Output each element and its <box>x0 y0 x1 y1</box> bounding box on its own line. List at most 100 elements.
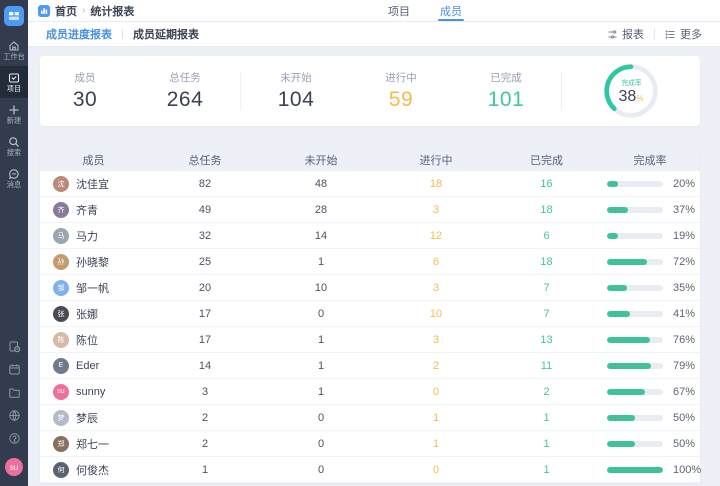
not-started-cell: 10 <box>263 282 379 294</box>
tab-member-delay-report[interactable]: 成员延期报表 <box>133 26 199 42</box>
member-avatar: 孙 <box>53 254 69 270</box>
col-completed: 已完成 <box>493 152 600 168</box>
user-avatar[interactable]: su <box>5 458 23 476</box>
not-started-cell: 1 <box>263 360 379 372</box>
member-cell: 何 何俊杰 <box>40 462 147 478</box>
in-progress-cell: 6 <box>379 256 493 268</box>
completion-rate-label: 完成率 <box>621 78 641 88</box>
in-progress-cell: 3 <box>379 334 493 346</box>
globe-icon[interactable] <box>7 408 21 422</box>
help-icon[interactable] <box>7 431 21 445</box>
report-button[interactable]: 报表 <box>607 26 644 42</box>
stat-completed: 已完成 101 <box>451 70 561 111</box>
rate-cell: 50% <box>600 438 700 450</box>
not-started-cell: 0 <box>263 438 379 450</box>
total-tasks-cell: 17 <box>147 334 263 346</box>
member-avatar: 沈 <box>53 176 69 192</box>
rate-percent: 50% <box>673 438 695 450</box>
table-row[interactable]: 梦 梦辰 2 0 1 1 50% <box>40 405 700 431</box>
view-tabs: 项目 成员 <box>386 0 464 21</box>
table-row[interactable]: 陈 陈位 17 1 3 13 76% <box>40 327 700 353</box>
table-row[interactable]: 马 马力 32 14 12 6 19% <box>40 223 700 249</box>
sidebar-item-label: 项目 <box>7 85 21 92</box>
calendar-icon[interactable] <box>7 362 21 376</box>
progress-bar-fill <box>607 363 651 369</box>
sidebar-item-projects[interactable]: 项目 <box>0 66 28 98</box>
top-header: 首页 › 统计报表 项目 成员 <box>28 0 720 22</box>
content: 成员 30 总任务 264 未开始 104 进行中 59 已完成 <box>28 47 720 486</box>
rate-percent: 100% <box>673 464 701 476</box>
sidebar-item-create[interactable]: 新建 <box>0 98 28 130</box>
breadcrumb-home[interactable]: 首页 <box>55 3 77 19</box>
table-row[interactable]: E Eder 14 1 2 11 79% <box>40 353 700 379</box>
progress-bar-fill <box>607 181 618 187</box>
folder-icon[interactable] <box>7 385 21 399</box>
in-progress-cell: 2 <box>379 360 493 372</box>
member-name: sunny <box>76 386 105 398</box>
sub-tab-divider <box>122 29 123 39</box>
table-row[interactable]: 齐 齐青 49 28 3 18 37% <box>40 197 700 223</box>
stat-value: 264 <box>130 88 240 111</box>
toolbar-divider <box>654 29 655 40</box>
total-tasks-cell: 2 <box>147 438 263 450</box>
main-area: 首页 › 统计报表 项目 成员 成员进度报表 成员延期报表 报 <box>28 0 720 486</box>
breadcrumb-current: 统计报表 <box>90 3 134 19</box>
plus-icon <box>8 104 20 116</box>
tab-members[interactable]: 成员 <box>438 0 464 21</box>
table-row[interactable]: su sunny 3 1 0 2 67% <box>40 379 700 405</box>
table-row[interactable]: 何 何俊杰 1 0 0 1 100% <box>40 457 700 483</box>
app-window: 工作台 项目 新建 搜索 <box>0 0 720 486</box>
table-row[interactable]: 沈 沈佳宜 82 48 18 16 20% <box>40 171 700 197</box>
total-tasks-cell: 14 <box>147 360 263 372</box>
sidebar: 工作台 项目 新建 搜索 <box>0 0 28 486</box>
more-button[interactable]: 更多 <box>665 26 702 42</box>
breadcrumb-separator: › <box>82 5 85 16</box>
donut-center: 完成率 38% <box>602 62 660 120</box>
tab-member-progress-report[interactable]: 成员进度报表 <box>46 26 112 42</box>
member-avatar: 陈 <box>53 332 69 348</box>
completed-cell: 6 <box>493 230 600 242</box>
rate-cell: 41% <box>600 308 700 320</box>
sidebar-item-workbench[interactable]: 工作台 <box>0 34 28 66</box>
progress-bar <box>607 207 663 213</box>
rate-percent: 37% <box>673 204 695 216</box>
clipboard-clock-icon[interactable] <box>7 339 21 353</box>
member-cell: 张 张娜 <box>40 306 147 322</box>
total-tasks-cell: 1 <box>147 464 263 476</box>
table-row[interactable]: 邹 邹一帆 20 10 3 7 35% <box>40 275 700 301</box>
in-progress-cell: 1 <box>379 438 493 450</box>
member-name: 沈佳宜 <box>76 176 109 192</box>
app-logo[interactable] <box>4 6 24 26</box>
stat-label: 未开始 <box>241 70 351 85</box>
stat-label: 进行中 <box>351 70 451 85</box>
rate-percent: 19% <box>673 230 695 242</box>
tab-projects[interactable]: 项目 <box>386 0 412 21</box>
report-button-label: 报表 <box>622 26 644 42</box>
toolbar-actions: 报表 更多 <box>607 26 702 42</box>
rate-percent: 76% <box>673 334 695 346</box>
not-started-cell: 48 <box>263 178 379 190</box>
rate-cell: 20% <box>600 178 700 190</box>
search-icon <box>8 136 20 148</box>
total-tasks-cell: 32 <box>147 230 263 242</box>
progress-bar <box>607 415 663 421</box>
table-row[interactable]: 孙 孙晓黎 25 1 6 18 72% <box>40 249 700 275</box>
chart-icon <box>607 29 618 40</box>
total-tasks-cell: 2 <box>147 412 263 424</box>
table-row[interactable]: 张 张娜 17 0 10 7 41% <box>40 301 700 327</box>
completed-cell: 1 <box>493 438 600 450</box>
completion-rate-value: 38% <box>619 89 644 105</box>
sidebar-item-messages[interactable]: 消息 <box>0 162 28 194</box>
completed-cell: 1 <box>493 464 600 476</box>
sidebar-item-search[interactable]: 搜索 <box>0 130 28 162</box>
not-started-cell: 0 <box>263 308 379 320</box>
progress-bar <box>607 441 663 447</box>
member-cell: 梦 梦辰 <box>40 410 147 426</box>
member-avatar: 何 <box>53 462 69 478</box>
sidebar-item-label: 搜索 <box>7 149 21 156</box>
progress-bar <box>607 285 663 291</box>
table-row[interactable]: 郑 郑七一 2 0 1 1 50% <box>40 431 700 457</box>
not-started-cell: 28 <box>263 204 379 216</box>
not-started-cell: 1 <box>263 334 379 346</box>
member-cell: 沈 沈佳宜 <box>40 176 147 192</box>
